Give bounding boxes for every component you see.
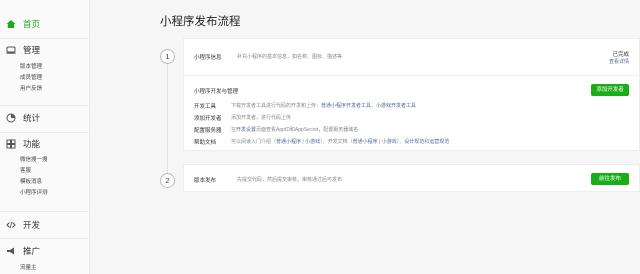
docs-normal-link[interactable]: 普通小程序: [353, 139, 378, 145]
nav-promote: 推广 流量主: [0, 243, 90, 274]
nav-traffic-master[interactable]: 流量主: [0, 263, 90, 274]
status-completed: 已完成: [612, 52, 629, 58]
stats-icon: [6, 113, 16, 123]
nav-develop-label: 开发: [23, 220, 41, 230]
dev-manage-title: 小程序开发与管理: [194, 89, 239, 95]
nav-stats-label: 统计: [23, 113, 41, 123]
nav-miniapp-review[interactable]: 小程序评测: [0, 188, 90, 199]
nav-promote-head[interactable]: 推广: [0, 243, 90, 259]
configure-server-label: 配置服务器: [194, 128, 222, 134]
help-mid: ）、开发文档（: [320, 139, 353, 145]
nav-features: 功能 微信搜一搜 客服 模板消息 小程序评测: [0, 136, 90, 199]
view-details-link[interactable]: 查看详情: [609, 58, 629, 65]
game-devtools-link[interactable]: 小游戏开发者工具: [376, 103, 416, 109]
nav-wechat-search[interactable]: 微信搜一搜: [0, 155, 90, 166]
code-icon: [6, 220, 16, 230]
version-release-label: 版本发布: [194, 178, 217, 184]
step-2-card: 版本发布 先提交代码，然后提交审核，审核通过后可发布 前往发布: [183, 164, 640, 192]
home-icon: [6, 19, 16, 29]
step-1-number: 1: [160, 49, 175, 64]
nav-user-feedback[interactable]: 用户反馈: [0, 84, 90, 95]
nav-features-label: 功能: [23, 139, 41, 149]
version-release-desc: 先提交代码，然后提交审核，审核通过后可发布: [237, 177, 343, 183]
intro-game-link[interactable]: 小游戏: [305, 139, 320, 145]
go-publish-button[interactable]: 前往发布: [591, 173, 629, 185]
miniapp-info-label: 小程序信息: [194, 55, 222, 61]
normal-devtools-link[interactable]: 普通小程序开发者工具: [321, 103, 371, 109]
help-docs-label: 帮助文档: [194, 140, 217, 146]
manage-icon: [6, 45, 16, 55]
add-developer-label: 添加开发者: [194, 116, 222, 122]
nav-develop[interactable]: 开发: [0, 217, 90, 233]
nav-home-label: 首页: [23, 19, 41, 29]
add-developer-button[interactable]: 添加开发者: [591, 84, 629, 96]
nav-divider: [0, 105, 89, 106]
step-1-card: 小程序信息 补充小程序的基本信息，如名称、图标、描述等 已完成 查看详情 小程序…: [183, 38, 640, 151]
miniapp-info-desc: 补充小程序的基本信息，如名称、图标、描述等: [237, 54, 343, 60]
dev-tools-text: 下载开发者工具进行代码的开发和上传：: [231, 103, 322, 109]
dev-tools-desc: 下载开发者工具进行代码的开发和上传：普通小程序开发者工具、小游戏开发者工具: [231, 102, 416, 109]
dev-settings-link[interactable]: 开发设置: [236, 127, 256, 133]
nav-divider: [0, 238, 89, 239]
nav-manage-label: 管理: [23, 45, 41, 55]
operation-spec-link[interactable]: 运营规范: [429, 139, 449, 145]
help-docs-desc: 可以阅读入门介绍（普通小程序 | 小游戏）、开发文档（普通小程序 | 小游戏）、…: [231, 138, 449, 145]
nav-customer-service[interactable]: 客服: [0, 166, 90, 177]
nav-stats[interactable]: 统计: [0, 110, 90, 126]
step-connector-line: [167, 64, 168, 174]
card-divider: [184, 75, 639, 76]
intro-normal-link[interactable]: 普通小程序: [276, 139, 301, 145]
add-developer-desc: 添加开发者，进行代码上传: [231, 115, 292, 121]
nav-home[interactable]: 首页: [0, 16, 90, 32]
nav-promote-label: 推广: [23, 246, 41, 256]
help-text: 可以阅读入门介绍（: [231, 139, 277, 145]
nav-manage: 管理 版本管理 成员管理 用户反馈: [0, 42, 90, 95]
step-2-number: 2: [160, 173, 175, 188]
configure-post: 页面查看AppID和AppSecret，配置服务器域名: [256, 127, 359, 133]
nav-divider: [0, 211, 89, 212]
sidebar: 首页 管理 版本管理 成员管理 用户反馈 统计 功能 微信搜一搜 客服 模板消息…: [0, 0, 90, 274]
nav-divider: [0, 38, 89, 39]
nav-features-head[interactable]: 功能: [0, 136, 90, 152]
features-icon: [6, 139, 16, 149]
megaphone-icon: [6, 246, 16, 256]
configure-server-desc: 在开发设置页面查看AppID和AppSecret，配置服务器域名: [231, 126, 358, 133]
nav-member-manage[interactable]: 成员管理: [0, 73, 90, 84]
design-spec-link[interactable]: 设计规范: [404, 139, 424, 145]
nav-version-manage[interactable]: 版本管理: [0, 62, 90, 73]
page-title: 小程序发布流程: [160, 16, 241, 28]
nav-manage-head[interactable]: 管理: [0, 42, 90, 58]
dev-tools-label: 开发工具: [194, 104, 217, 110]
docs-game-link[interactable]: 小游戏: [382, 139, 397, 145]
nav-divider: [0, 132, 89, 133]
nav-template-message[interactable]: 模板消息: [0, 177, 90, 188]
